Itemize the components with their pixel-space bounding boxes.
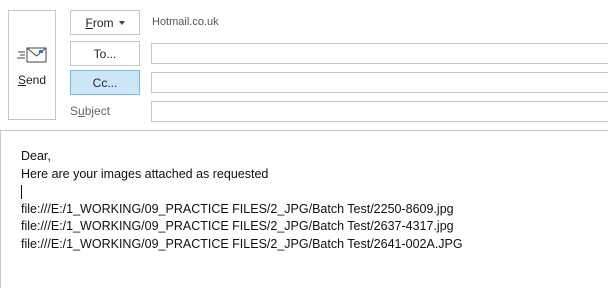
from-label: From — [85, 15, 114, 30]
body-link-line[interactable]: file:///E:/1_WORKING/09_PRACTICE FILES/2… — [21, 201, 601, 219]
subject-label: Subject — [70, 104, 111, 118]
body-text-line: Here are your images attached as request… — [21, 166, 269, 181]
body-link-line[interactable]: file:///E:/1_WORKING/09_PRACTICE FILES/2… — [21, 218, 601, 236]
header-divider — [0, 130, 608, 131]
from-button[interactable]: From — [70, 10, 140, 35]
chevron-down-icon — [118, 20, 125, 25]
cc-label: Cc... — [92, 75, 118, 90]
cc-field[interactable] — [151, 72, 608, 93]
body-link-line[interactable]: file:///E:/1_WORKING/09_PRACTICE FILES/2… — [21, 236, 601, 254]
text-cursor — [21, 185, 22, 199]
envelope-send-icon — [17, 47, 47, 63]
cc-button[interactable]: Cc... — [70, 70, 140, 95]
text-cursor-line — [21, 183, 601, 201]
message-body[interactable]: Dear, Here are your images attached as r… — [21, 148, 601, 253]
send-button[interactable]: Send — [8, 10, 56, 120]
to-button[interactable]: To... — [70, 41, 140, 66]
to-field[interactable] — [151, 43, 608, 64]
message-header: Send From Hotmail.co.uk To... Cc... Subj… — [0, 0, 608, 130]
compose-window: Send From Hotmail.co.uk To... Cc... Subj… — [0, 0, 608, 288]
body-greeting: Dear, — [21, 149, 51, 163]
from-address: Hotmail.co.uk — [152, 16, 219, 28]
send-label: Send — [17, 73, 47, 87]
to-label: To... — [93, 46, 117, 61]
subject-field[interactable] — [151, 101, 608, 122]
